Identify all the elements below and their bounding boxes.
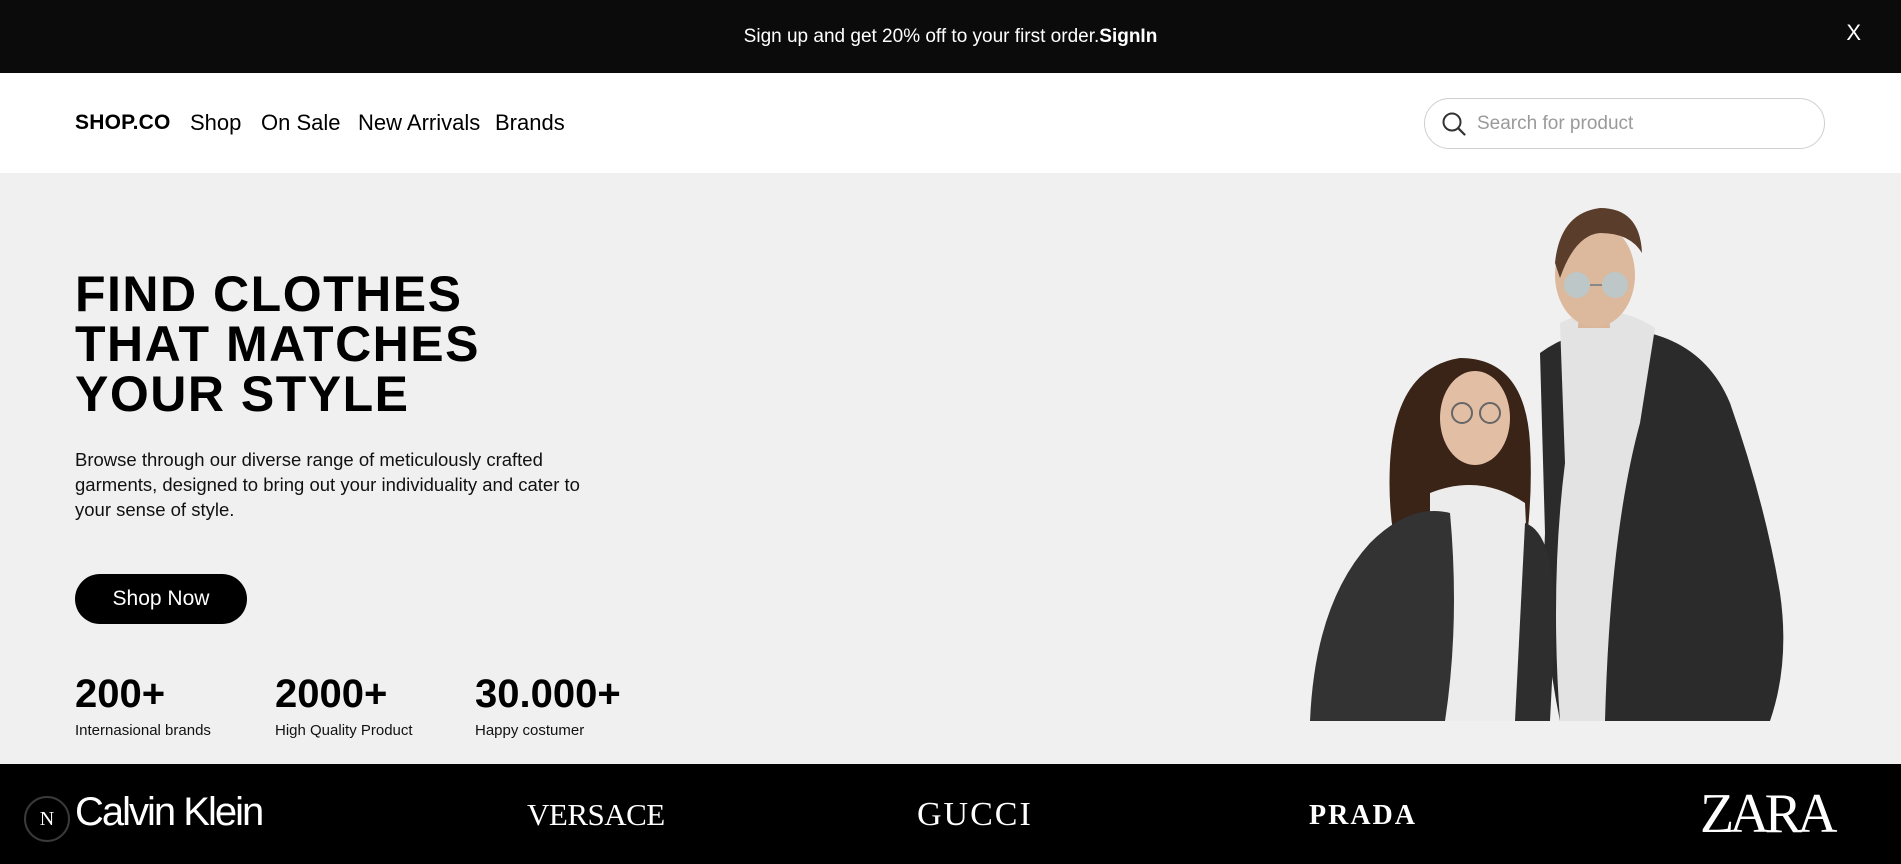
brand-versace-logo: VERSACE	[527, 797, 665, 832]
signin-link[interactable]: SignIn	[1099, 26, 1157, 48]
navbar: SHOP.CO Shop On Sale New Arrivals Brands	[0, 73, 1901, 173]
badge-letter: N	[39, 807, 55, 830]
nav-link-new-arrivals[interactable]: New Arrivals	[358, 110, 480, 136]
close-promo-button[interactable]: X	[1846, 22, 1861, 44]
nav-link-shop[interactable]: Shop	[190, 110, 241, 136]
brand-prada-logo: PRADA	[1309, 800, 1417, 831]
brands-bar: Calvin Klein VERSACE GUCCI PRADA ZARA	[0, 764, 1901, 864]
search-input[interactable]	[1477, 109, 1807, 139]
stat-value: 30.000+	[475, 672, 621, 716]
stat-label: High Quality Product	[275, 722, 413, 739]
stat-brands: 200+ Internasional brands	[75, 673, 211, 739]
hero-title-line: YOUR STYLE	[75, 366, 410, 422]
stat-value: 2000+	[275, 672, 388, 716]
promo-bar: Sign up and get 20% off to your first or…	[0, 0, 1901, 73]
search-bar[interactable]	[1424, 98, 1825, 149]
shop-now-button[interactable]: Shop Now	[75, 574, 247, 624]
hero-section: FIND CLOTHES THAT MATCHES YOUR STYLE Bro…	[0, 173, 1901, 764]
stat-customers: 30.000+ Happy costumer	[475, 673, 621, 739]
promo-text: Sign up and get 20% off to your first or…	[743, 25, 1100, 47]
hero-title-line: THAT MATCHES	[75, 316, 480, 372]
dev-tools-badge[interactable]: N	[24, 796, 70, 842]
nav-link-brands[interactable]: Brands	[495, 110, 565, 136]
stat-label: Happy costumer	[475, 722, 585, 739]
hero-title: FIND CLOTHES THAT MATCHES YOUR STYLE	[75, 269, 480, 419]
brand-calvin-klein-logo: Calvin Klein	[75, 790, 264, 834]
stat-value: 200+	[75, 672, 166, 716]
nav-link-on-sale[interactable]: On Sale	[261, 110, 341, 136]
brand-zara-logo: ZARA	[1700, 783, 1837, 845]
search-icon	[1442, 112, 1466, 136]
stat-label: Internasional brands	[75, 722, 211, 739]
hero-models-image	[1310, 208, 1784, 721]
site-logo[interactable]: SHOP.CO	[75, 111, 171, 135]
brand-gucci-logo: GUCCI	[917, 796, 1033, 833]
hero-title-line: FIND CLOTHES	[75, 266, 463, 322]
hero-description: Browse through our diverse range of meti…	[75, 449, 580, 520]
stat-products: 2000+ High Quality Product	[275, 673, 413, 739]
